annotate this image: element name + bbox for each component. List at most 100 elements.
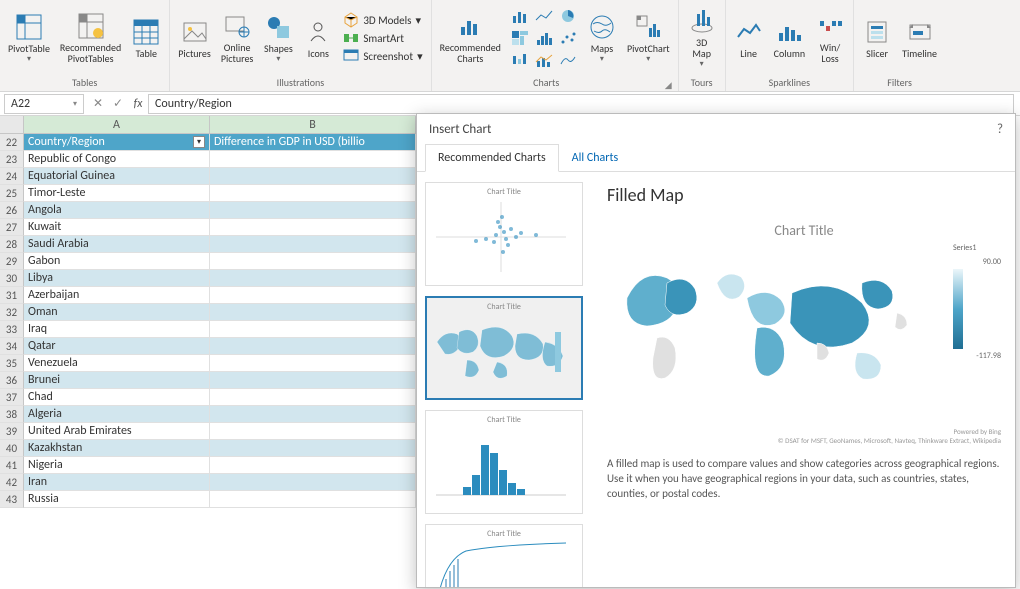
chart-thumb-curve[interactable]: Chart Title bbox=[425, 524, 583, 587]
cell[interactable]: Venezuela bbox=[24, 355, 210, 372]
row-header[interactable]: 25 bbox=[0, 185, 24, 202]
hierarchy-chart-button[interactable] bbox=[509, 28, 531, 48]
filter-button[interactable]: ▾ bbox=[193, 136, 205, 148]
row-header[interactable]: 24 bbox=[0, 168, 24, 185]
column-chart-button[interactable] bbox=[509, 6, 531, 26]
row-header[interactable]: 40 bbox=[0, 440, 24, 457]
cell[interactable] bbox=[210, 185, 416, 202]
tab-all-charts[interactable]: All Charts bbox=[559, 144, 632, 172]
sparkline-line-button[interactable]: Line bbox=[730, 5, 768, 71]
chart-preview[interactable]: Chart Title bbox=[607, 216, 1001, 448]
cell[interactable] bbox=[210, 304, 416, 321]
row-header[interactable]: 41 bbox=[0, 457, 24, 474]
cell[interactable]: Kuwait bbox=[24, 219, 210, 236]
online-pictures-button[interactable]: Online Pictures bbox=[217, 5, 258, 71]
cell[interactable] bbox=[210, 372, 416, 389]
column-header-A[interactable]: A bbox=[24, 116, 210, 134]
row-header[interactable]: 27 bbox=[0, 219, 24, 236]
enter-formula-icon[interactable]: ✓ bbox=[108, 96, 128, 111]
cell[interactable] bbox=[210, 355, 416, 372]
row-header[interactable]: 39 bbox=[0, 423, 24, 440]
cancel-formula-icon[interactable]: ✕ bbox=[88, 96, 108, 111]
cell[interactable]: Kazakhstan bbox=[24, 440, 210, 457]
cell[interactable]: Timor-Leste bbox=[24, 185, 210, 202]
row-header[interactable]: 32 bbox=[0, 304, 24, 321]
cell[interactable] bbox=[210, 270, 416, 287]
cell[interactable]: Angola bbox=[24, 202, 210, 219]
table-button[interactable]: Table bbox=[127, 5, 165, 71]
pictures-button[interactable]: Pictures bbox=[174, 5, 215, 71]
cell[interactable]: Oman bbox=[24, 304, 210, 321]
cell[interactable] bbox=[210, 338, 416, 355]
cell[interactable] bbox=[210, 202, 416, 219]
cell[interactable]: Iraq bbox=[24, 321, 210, 338]
3d-models-button[interactable]: 3D Models ▾ bbox=[339, 11, 426, 29]
screenshot-button[interactable]: Screenshot ▾ bbox=[339, 47, 426, 65]
cell[interactable]: Saudi Arabia bbox=[24, 236, 210, 253]
insert-function-icon[interactable]: fx bbox=[128, 97, 148, 111]
cell[interactable]: Libya bbox=[24, 270, 210, 287]
recommended-charts-button[interactable]: Recommended Charts bbox=[436, 5, 505, 71]
timeline-button[interactable]: Timeline bbox=[898, 5, 941, 71]
row-header[interactable]: 36 bbox=[0, 372, 24, 389]
cell[interactable]: Equatorial Guinea bbox=[24, 168, 210, 185]
row-header[interactable]: 35 bbox=[0, 355, 24, 372]
cell[interactable] bbox=[210, 440, 416, 457]
tab-recommended-charts[interactable]: Recommended Charts bbox=[425, 144, 559, 172]
smartart-button[interactable]: SmartArt bbox=[339, 29, 426, 47]
select-all-corner[interactable] bbox=[0, 116, 24, 134]
cell[interactable]: Algeria bbox=[24, 406, 210, 423]
surface-chart-button[interactable] bbox=[557, 50, 579, 70]
cell[interactable]: Azerbaijan bbox=[24, 287, 210, 304]
waterfall-chart-button[interactable] bbox=[509, 50, 531, 70]
cell[interactable] bbox=[210, 321, 416, 338]
row-header[interactable]: 28 bbox=[0, 236, 24, 253]
formula-input[interactable]: Country/Region bbox=[148, 94, 1014, 114]
cell[interactable]: Republic of Congo bbox=[24, 151, 210, 168]
cell[interactable] bbox=[210, 389, 416, 406]
line-chart-button[interactable] bbox=[533, 6, 555, 26]
row-header[interactable]: 26 bbox=[0, 202, 24, 219]
pivottable-button[interactable]: PivotTable ▾ bbox=[4, 5, 54, 71]
cell[interactable] bbox=[210, 236, 416, 253]
shapes-button[interactable]: Shapes ▾ bbox=[259, 5, 297, 71]
row-header[interactable]: 29 bbox=[0, 253, 24, 270]
cell-header[interactable]: Country/Region▾ bbox=[24, 134, 210, 151]
3d-map-button[interactable]: 3D Map ▾ bbox=[683, 5, 721, 71]
recommended-pivottables-button[interactable]: Recommended PivotTables bbox=[56, 5, 125, 71]
cell[interactable]: Iran bbox=[24, 474, 210, 491]
scatter-chart-button[interactable] bbox=[557, 28, 579, 48]
dialog-help-button[interactable]: ? bbox=[997, 122, 1003, 137]
chart-thumb-histogram[interactable]: Chart Title bbox=[425, 410, 583, 514]
cell[interactable]: United Arab Emirates bbox=[24, 423, 210, 440]
statistic-chart-button[interactable] bbox=[533, 28, 555, 48]
cell[interactable]: Brunei bbox=[24, 372, 210, 389]
row-header[interactable]: 33 bbox=[0, 321, 24, 338]
name-box[interactable]: A22 ▾ bbox=[4, 94, 84, 114]
row-header[interactable]: 42 bbox=[0, 474, 24, 491]
cell[interactable] bbox=[210, 491, 416, 508]
row-header[interactable]: 22 bbox=[0, 134, 24, 151]
sparkline-winloss-button[interactable]: Win/ Loss bbox=[811, 5, 849, 71]
row-header[interactable]: 23 bbox=[0, 151, 24, 168]
icons-button[interactable]: Icons bbox=[299, 5, 337, 71]
pie-chart-button[interactable] bbox=[557, 6, 579, 26]
sparkline-column-button[interactable]: Column bbox=[770, 5, 809, 71]
row-header[interactable]: 43 bbox=[0, 491, 24, 508]
cell[interactable] bbox=[210, 151, 416, 168]
cell[interactable] bbox=[210, 219, 416, 236]
cell[interactable]: Gabon bbox=[24, 253, 210, 270]
row-header[interactable]: 34 bbox=[0, 338, 24, 355]
combo-chart-button[interactable] bbox=[533, 50, 555, 70]
cell[interactable] bbox=[210, 253, 416, 270]
chart-thumb-map[interactable]: Chart Title bbox=[425, 296, 583, 400]
maps-button[interactable]: Maps ▾ bbox=[583, 5, 621, 71]
row-header[interactable]: 37 bbox=[0, 389, 24, 406]
cell[interactable]: Russia bbox=[24, 491, 210, 508]
cell[interactable] bbox=[210, 457, 416, 474]
charts-dialog-launcher[interactable]: ◢ bbox=[663, 80, 674, 91]
cell[interactable]: Chad bbox=[24, 389, 210, 406]
row-header[interactable]: 30 bbox=[0, 270, 24, 287]
chart-thumb-scatter[interactable]: Chart Title bbox=[425, 182, 583, 286]
cell[interactable]: Nigeria bbox=[24, 457, 210, 474]
